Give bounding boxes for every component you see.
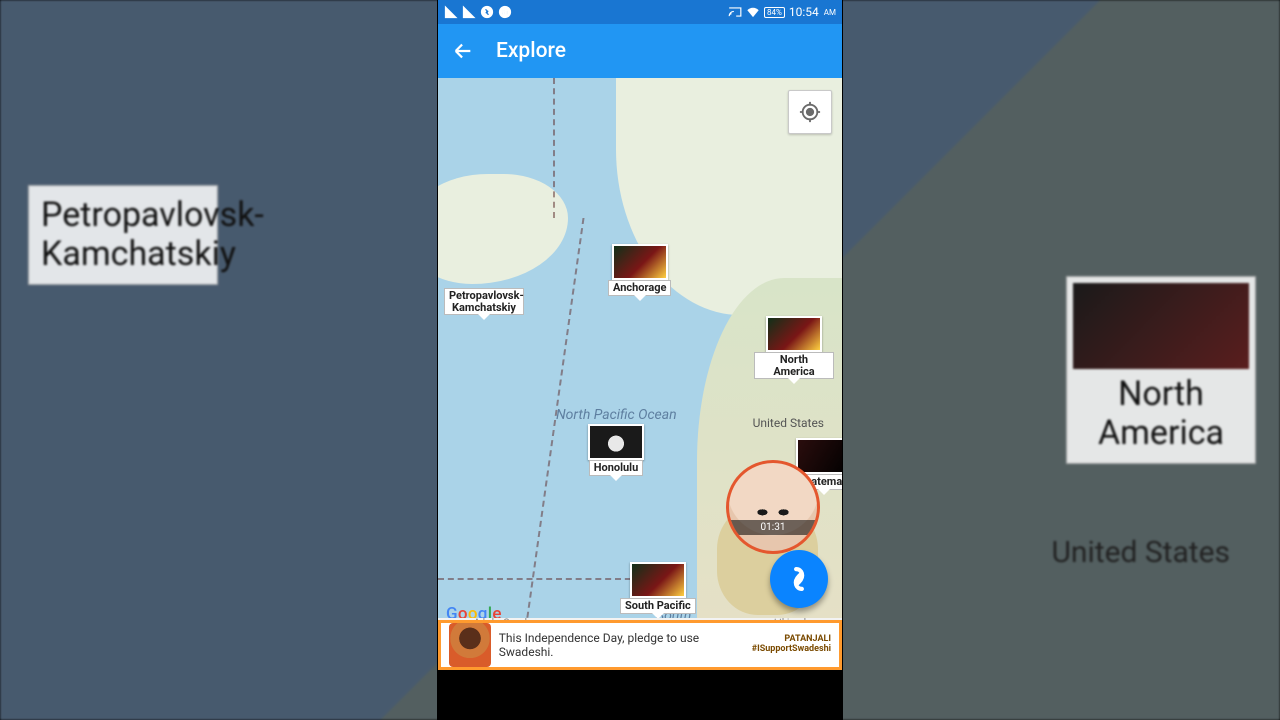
status-left: m bbox=[444, 5, 512, 19]
map-pin-north-america[interactable]: North America bbox=[754, 316, 834, 379]
landmass bbox=[438, 174, 568, 284]
shazam-icon bbox=[782, 562, 816, 596]
clock: 10:54 bbox=[789, 5, 819, 19]
map-pin-kamchatka[interactable]: Petropavlovsk-Kamchatskiy bbox=[444, 288, 524, 315]
ad-brand: PATANJALI #ISupportSwadeshi bbox=[752, 635, 831, 655]
ad-image bbox=[449, 623, 491, 667]
pin-label: Petropavlovsk-Kamchatskiy bbox=[444, 288, 524, 315]
map-pin-honolulu[interactable]: Honolulu bbox=[588, 424, 644, 476]
map-border-dash bbox=[553, 78, 555, 218]
android-nav-bar[interactable] bbox=[438, 670, 842, 720]
pin-label: South Pacific bbox=[620, 598, 696, 614]
pin-thumb bbox=[630, 562, 686, 598]
app-bar: Explore bbox=[438, 24, 842, 78]
shazam-fab[interactable] bbox=[770, 550, 828, 608]
country-label-us: United States bbox=[753, 416, 824, 430]
status-right: 84% 10:54 AM bbox=[728, 5, 836, 19]
backdrop-label-us: United States bbox=[1051, 535, 1230, 570]
backdrop-label-kamchatka: Petropavlovsk-Kamchatskiy bbox=[28, 185, 218, 285]
pin-thumb bbox=[588, 424, 644, 460]
app-status-icon: m bbox=[498, 5, 512, 19]
pin-label: Honolulu bbox=[589, 460, 644, 476]
signal-icon bbox=[444, 5, 458, 19]
backdrop-label-namerica: North America bbox=[1066, 276, 1256, 464]
pip-camera-overlay[interactable]: 01:31 bbox=[726, 460, 820, 554]
signal-icon bbox=[462, 5, 476, 19]
wifi-icon bbox=[746, 5, 760, 19]
pip-timestamp: 01:31 bbox=[729, 520, 817, 535]
pin-label: Anchorage bbox=[608, 280, 671, 296]
map-canvas[interactable]: North Pacific Ocean United States Mexico… bbox=[438, 78, 842, 670]
ad-headline: This Independence Day, pledge to use Swa… bbox=[499, 631, 744, 659]
pin-thumb bbox=[612, 244, 668, 280]
phone-frame: m 84% 10:54 AM Explore North Pacific Oce… bbox=[438, 0, 842, 720]
cast-icon bbox=[728, 5, 742, 19]
map-border-dash bbox=[523, 218, 584, 638]
pin-thumb bbox=[766, 316, 822, 352]
page-title: Explore bbox=[496, 39, 566, 63]
ad-banner[interactable]: This Independence Day, pledge to use Swa… bbox=[438, 620, 842, 670]
map-pin-south-pacific[interactable]: South Pacific bbox=[620, 562, 696, 614]
status-bar: m 84% 10:54 AM bbox=[438, 0, 842, 24]
pin-thumb bbox=[796, 438, 842, 474]
battery-indicator: 84% bbox=[764, 7, 785, 18]
crosshair-icon bbox=[799, 101, 821, 123]
svg-text:m: m bbox=[502, 8, 508, 16]
map-pin-anchorage[interactable]: Anchorage bbox=[608, 244, 671, 296]
back-icon[interactable] bbox=[452, 40, 474, 62]
my-location-button[interactable] bbox=[788, 90, 832, 134]
pin-label: North America bbox=[754, 352, 834, 379]
water-label-npo: North Pacific Ocean bbox=[556, 408, 677, 423]
shazam-status-icon bbox=[480, 5, 494, 19]
clock-ampm: AM bbox=[824, 8, 836, 17]
